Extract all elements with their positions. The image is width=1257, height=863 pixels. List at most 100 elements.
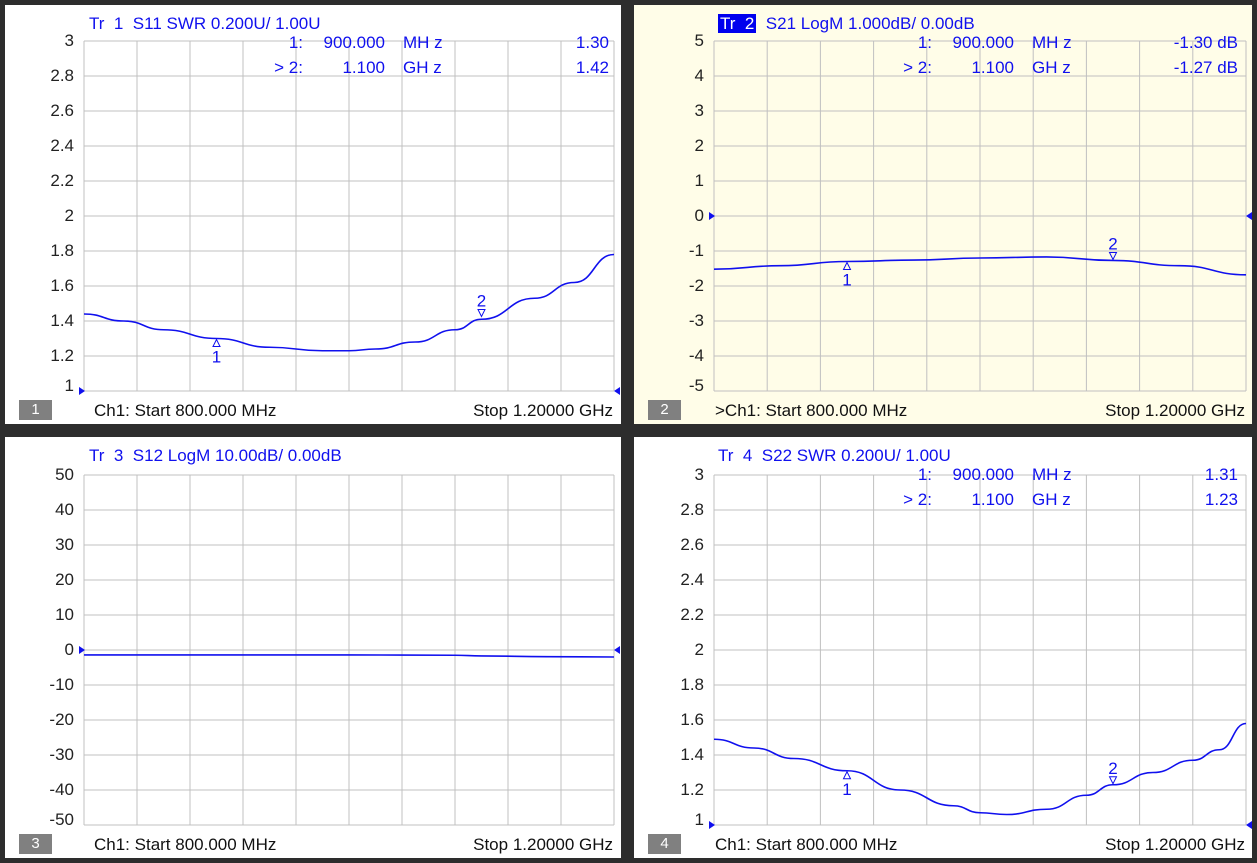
- marker-1-readout[interactable]: 1: 900.000 MH z -1.30 dB: [634, 33, 1252, 53]
- y-tick-label: -1: [688, 241, 704, 260]
- y-tick-label: -50: [49, 810, 74, 829]
- marker-1-label: 1: [842, 780, 851, 799]
- y-tick-label: -5: [688, 376, 704, 395]
- channel-number-badge[interactable]: 2: [648, 400, 681, 420]
- trace-params: S21 LogM 1.000dB/ 0.00dB: [765, 14, 975, 33]
- y-tick-label: 40: [55, 500, 74, 519]
- y-tick-label: 1.2: [50, 346, 74, 365]
- plot-area: [79, 474, 620, 826]
- y-tick-label: 1.6: [680, 710, 704, 729]
- sweep-stop-label: Stop 1.20000 GHz: [1105, 401, 1245, 420]
- y-tick-label: -3: [688, 311, 704, 330]
- trace-label: Tr 1: [89, 14, 124, 33]
- y-tick-label: 2.2: [680, 605, 704, 624]
- marker-2-label: 2: [1108, 234, 1117, 253]
- marker-value: 1.42: [575, 58, 609, 77]
- marker-2-readout[interactable]: > 2: 1.100 GH z 1.23: [634, 490, 1252, 510]
- sweep-start-label: Ch1: Start 800.000 MHz: [94, 401, 277, 420]
- channel-panel-2[interactable]: 12 Tr 2 S21 LogM 1.000dB/ 0.00dB 543210-…: [634, 5, 1252, 424]
- trace-title: Tr 4 S22 SWR 0.200U/ 1.00U: [718, 445, 951, 467]
- sweep-start-label: Ch1: Start 800.000 MHz: [94, 835, 277, 854]
- marker-1-triangle[interactable]: [212, 338, 221, 347]
- y-tick-label: 2.6: [680, 535, 704, 554]
- marker-2-readout[interactable]: > 2: 1.100 GH z 1.42: [5, 58, 621, 78]
- marker-2-triangle[interactable]: [1108, 251, 1118, 261]
- y-tick-label: -10: [49, 675, 74, 694]
- marker-value: 1.31: [1204, 465, 1238, 484]
- marker-frequency: 1.100: [342, 58, 385, 77]
- marker-1-label: 1: [212, 348, 221, 367]
- sweep-start-label: Ch1: Start 800.000 MHz: [715, 835, 898, 854]
- channel-panel-1[interactable]: 12 Tr 1 S11 SWR 0.200U/ 1.00U 3 2.8 2.6 2.4…: [5, 5, 621, 424]
- marker-1-readout[interactable]: 1: 900.000 MH z 1.31: [634, 465, 1252, 485]
- trace-title: Tr 3 S12 LogM 10.00dB/ 0.00dB: [89, 445, 342, 467]
- marker-frequency-unit: MH z: [1032, 465, 1072, 484]
- y-tick-label: -20: [49, 710, 74, 729]
- y-tick-label: 0: [694, 206, 704, 225]
- marker-1-triangle[interactable]: [842, 261, 852, 270]
- y-tick-label: 20: [55, 570, 74, 589]
- y-tick-label: -2: [688, 276, 704, 295]
- y-tick-label: 1: [694, 171, 704, 190]
- marker-frequency: 1.100: [971, 58, 1014, 77]
- reference-arrow-right: [614, 387, 620, 395]
- marker-frequency-unit: GH z: [1032, 58, 1071, 77]
- grid: [83, 474, 615, 826]
- marker-value: -1.27 dB: [1173, 58, 1238, 77]
- marker-id: 1:: [288, 33, 303, 52]
- y-tick-label: 1.4: [50, 311, 74, 330]
- marker-2-label: 2: [477, 292, 486, 311]
- trace-label: Tr 3: [89, 446, 124, 465]
- channel-number-badge[interactable]: 4: [648, 834, 681, 854]
- marker-frequency-unit: MH z: [1032, 33, 1072, 52]
- trace-number: 4: [742, 446, 753, 465]
- y-tick-label: 1.8: [680, 675, 704, 694]
- y-tick-label: 1: [694, 810, 704, 829]
- y-tick-label: 2: [694, 640, 704, 659]
- reference-arrow-right: [1246, 212, 1252, 220]
- trace-number: 3: [113, 446, 124, 465]
- marker-1-readout[interactable]: 1: 900.000 MH z 1.30: [5, 33, 621, 53]
- y-tick-label: 2.2: [50, 171, 74, 190]
- sweep-stop-label: Stop 1.20000 GHz: [473, 401, 613, 420]
- channel-panel-3[interactable]: Tr 3 S12 LogM 10.00dB/ 0.00dB 50 40 30 20 10…: [5, 437, 621, 858]
- channel-panel-4[interactable]: 12 Tr 4 S22 SWR 0.200U/ 1.00U 3 2.8 2.6 2.4…: [634, 437, 1252, 858]
- grid: [713, 474, 1247, 826]
- y-tick-label: 1.2: [680, 780, 704, 799]
- marker-2-label: 2: [1108, 759, 1117, 778]
- marker-2-triangle[interactable]: [1108, 776, 1118, 785]
- y-tick-label: 3: [694, 101, 704, 120]
- marker-1-label: 1: [842, 271, 851, 290]
- y-tick-label: -30: [49, 745, 74, 764]
- y-tick-label: 0: [64, 640, 74, 659]
- y-tick-label: 1: [64, 376, 74, 395]
- marker-frequency: 900.000: [952, 465, 1014, 484]
- marker-id: > 2:: [274, 58, 303, 77]
- trace-label: Tr 4: [718, 446, 753, 465]
- y-tick-label: 1.4: [680, 745, 704, 764]
- marker-frequency-unit: MH z: [403, 33, 443, 52]
- y-tick-label: -40: [49, 780, 74, 799]
- y-tick-label: 1.8: [50, 241, 74, 260]
- marker-value: 1.23: [1204, 490, 1238, 509]
- marker-1-triangle[interactable]: [842, 770, 852, 780]
- channel-number-badge[interactable]: 1: [19, 400, 52, 420]
- y-tick-label: 10: [55, 605, 74, 624]
- marker-value: -1.30 dB: [1173, 33, 1238, 52]
- y-tick-label: 2: [64, 206, 74, 225]
- y-tick-label: 30: [55, 535, 74, 554]
- channel-number-badge[interactable]: 3: [19, 834, 52, 854]
- marker-2-readout[interactable]: > 2: 1.100 GH z -1.27 dB: [634, 58, 1252, 78]
- trace-title: Tr 2 S21 LogM 1.000dB/ 0.00dB: [718, 13, 975, 35]
- trace-number: 2: [744, 14, 755, 33]
- active-trace-label[interactable]: Tr 2: [718, 14, 757, 33]
- y-tick-label: 2.4: [680, 570, 704, 589]
- marker-frequency: 1.100: [971, 490, 1014, 509]
- marker-value: 1.30: [575, 33, 609, 52]
- marker-frequency-unit: GH z: [1032, 490, 1071, 509]
- y-tick-label: 50: [55, 465, 74, 484]
- marker-2-triangle[interactable]: [477, 309, 486, 318]
- marker-id: 1:: [917, 33, 932, 52]
- trace-params: S22 SWR 0.200U/ 1.00U: [761, 446, 951, 465]
- grid: [713, 40, 1247, 392]
